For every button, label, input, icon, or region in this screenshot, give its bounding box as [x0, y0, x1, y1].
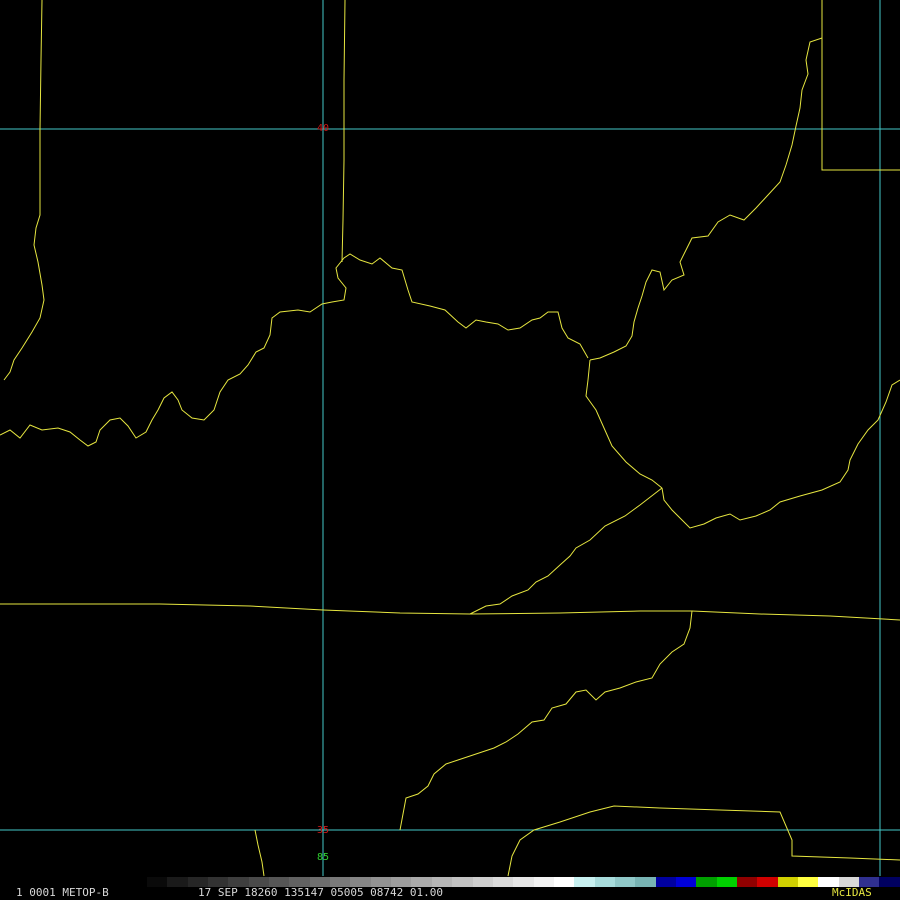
color-bar-swatch [513, 877, 534, 887]
latitude-label-40: 40 [317, 123, 329, 134]
color-bar-swatch [757, 877, 778, 887]
latitude-label-35: 35 [317, 825, 329, 836]
color-bar-swatch [736, 877, 758, 887]
color-bar-swatch [147, 877, 168, 887]
map-background [0, 0, 900, 900]
color-bar-swatch [553, 877, 575, 887]
map-canvas: 40 35 85 [0, 0, 900, 900]
mcidas-logo: McIDAS [832, 886, 872, 899]
image-info: 17 SEP 18260 135147 05005 08742 01.00 [198, 886, 444, 899]
color-bar-swatch [492, 877, 514, 887]
color-bar-swatch [614, 877, 636, 887]
color-bar-swatch [167, 877, 188, 887]
color-bar-swatch [452, 877, 473, 887]
color-bar-swatch [655, 877, 676, 887]
color-bar-swatch [533, 877, 554, 887]
color-bar-swatch [594, 877, 615, 887]
color-bar-swatch [716, 877, 737, 887]
color-bar-swatch [635, 877, 656, 887]
longitude-label-85: 85 [317, 852, 329, 863]
color-bar-swatch [574, 877, 595, 887]
satellite-name: METOP-B [62, 886, 109, 899]
color-bar-swatch [472, 877, 493, 887]
color-bar-swatch [879, 877, 900, 887]
frame-label: 1 0001 METOP-B [16, 886, 109, 900]
color-bar-swatch [777, 877, 798, 887]
color-bar-swatch [696, 877, 717, 887]
color-bar-swatch [675, 877, 697, 887]
frame-number: 1 0001 [16, 886, 56, 899]
color-bar-swatch [798, 877, 819, 887]
